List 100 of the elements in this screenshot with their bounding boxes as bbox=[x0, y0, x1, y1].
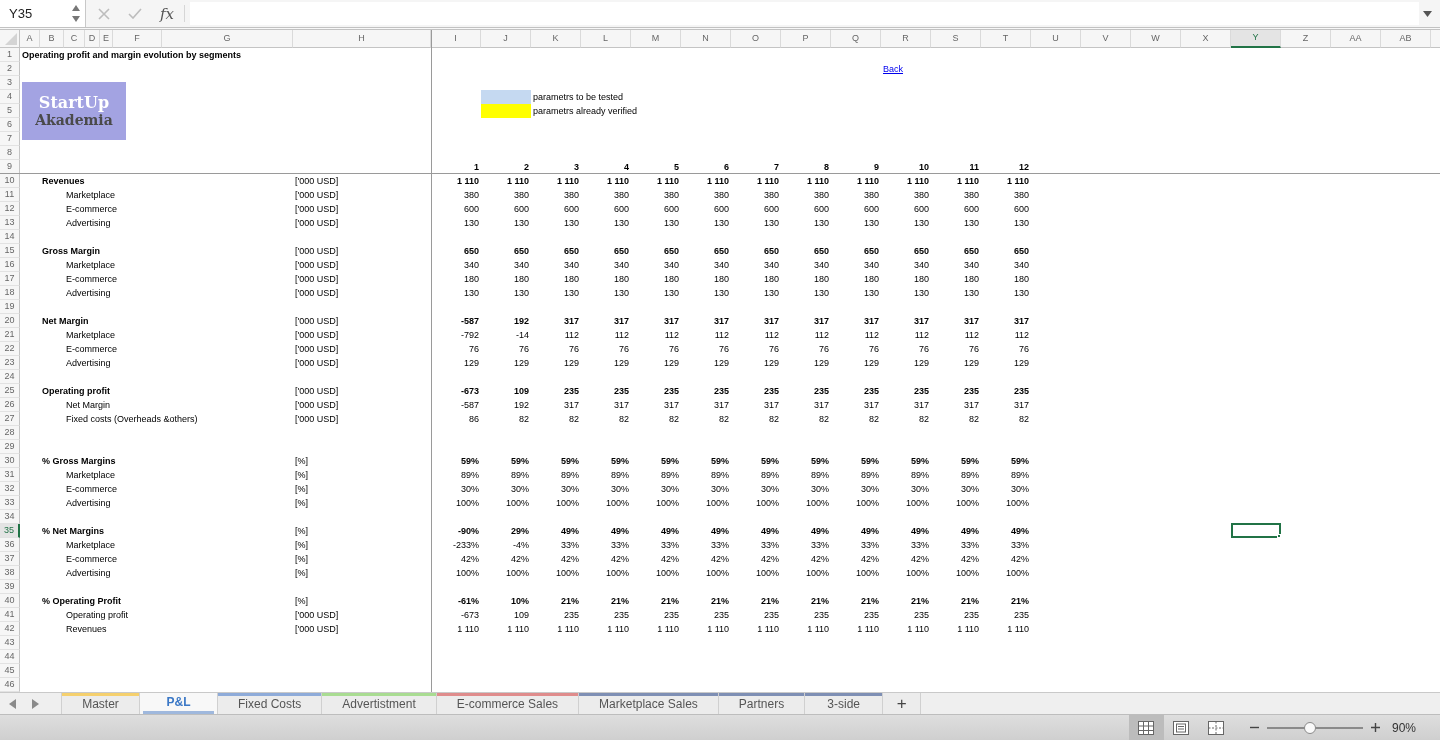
row-header[interactable]: 24 bbox=[0, 370, 20, 384]
column-header[interactable]: M bbox=[631, 30, 681, 48]
insert-function-button[interactable]: fx bbox=[159, 3, 174, 24]
row-header[interactable]: 40 bbox=[0, 594, 20, 608]
column-header[interactable]: T bbox=[981, 30, 1031, 48]
sheet-tab[interactable]: Advertistment bbox=[322, 693, 437, 714]
scroll-left-icon[interactable] bbox=[9, 698, 16, 709]
check-icon[interactable] bbox=[128, 8, 142, 19]
column-header[interactable]: I bbox=[431, 30, 481, 48]
row-header[interactable]: 26 bbox=[0, 398, 20, 412]
row-header[interactable]: 23 bbox=[0, 356, 20, 370]
column-header[interactable]: Y bbox=[1231, 30, 1281, 48]
column-header[interactable]: W bbox=[1131, 30, 1181, 48]
row-header[interactable]: 20 bbox=[0, 314, 20, 328]
scroll-right-icon[interactable] bbox=[32, 698, 39, 709]
dropdown-caret-icon[interactable] bbox=[1423, 10, 1432, 17]
sheet-tab[interactable]: P&L bbox=[140, 693, 218, 714]
row-header[interactable]: 22 bbox=[0, 342, 20, 356]
row-header[interactable]: 32 bbox=[0, 482, 20, 496]
sheet-tab[interactable]: 3-side bbox=[805, 693, 884, 714]
row-header[interactable]: 38 bbox=[0, 566, 20, 580]
row-header[interactable]: 39 bbox=[0, 580, 20, 594]
row-header[interactable]: 19 bbox=[0, 300, 20, 314]
row-header[interactable]: 9 bbox=[0, 160, 20, 174]
row-header[interactable]: 41 bbox=[0, 608, 20, 622]
row-header[interactable]: 16 bbox=[0, 258, 20, 272]
row-header[interactable]: 29 bbox=[0, 440, 20, 454]
row-header[interactable]: 46 bbox=[0, 678, 20, 692]
column-header[interactable]: N bbox=[681, 30, 731, 48]
row-header[interactable]: 30 bbox=[0, 454, 20, 468]
column-header[interactable]: G bbox=[162, 30, 293, 48]
column-header[interactable]: C bbox=[64, 30, 85, 48]
column-header[interactable]: Z bbox=[1281, 30, 1331, 48]
name-box[interactable]: Y35 bbox=[0, 0, 86, 27]
row-header[interactable]: 35 bbox=[0, 524, 20, 538]
slider-thumb[interactable] bbox=[1304, 721, 1317, 734]
row-header[interactable]: 34 bbox=[0, 510, 20, 524]
row-header[interactable]: 28 bbox=[0, 426, 20, 440]
column-header[interactable]: D bbox=[85, 30, 100, 48]
row-header[interactable]: 27 bbox=[0, 412, 20, 426]
row-header[interactable]: 37 bbox=[0, 552, 20, 566]
column-header[interactable]: P bbox=[781, 30, 831, 48]
column-header[interactable]: X bbox=[1181, 30, 1231, 48]
view-button[interactable] bbox=[1128, 715, 1164, 740]
column-header[interactable]: AB bbox=[1381, 30, 1431, 48]
page-break-view-icon[interactable] bbox=[1208, 720, 1225, 735]
column-header[interactable]: A bbox=[20, 30, 40, 48]
row-header[interactable]: 1 bbox=[0, 48, 20, 62]
sheet-tab[interactable]: Master bbox=[62, 693, 140, 714]
column-header[interactable]: H bbox=[293, 30, 431, 48]
column-header[interactable]: Q bbox=[831, 30, 881, 48]
column-header[interactable]: E bbox=[100, 30, 113, 48]
row-header[interactable]: 14 bbox=[0, 230, 20, 244]
row-header[interactable]: 12 bbox=[0, 202, 20, 216]
row-header[interactable]: 25 bbox=[0, 384, 20, 398]
column-header[interactable]: B bbox=[40, 30, 64, 48]
row-header[interactable]: 17 bbox=[0, 272, 20, 286]
row-header[interactable]: 21 bbox=[0, 328, 20, 342]
row-header[interactable]: 43 bbox=[0, 636, 20, 650]
row-header[interactable]: 31 bbox=[0, 468, 20, 482]
row-header[interactable]: 42 bbox=[0, 622, 20, 636]
row-header[interactable]: 10 bbox=[0, 174, 20, 188]
sheet-tab[interactable]: Fixed Costs bbox=[218, 693, 323, 714]
normal-view-icon[interactable] bbox=[1138, 720, 1155, 735]
sheet-tab[interactable]: Marketplace Sales bbox=[579, 693, 719, 714]
column-header[interactable]: F bbox=[113, 30, 162, 48]
row-header[interactable]: 2 bbox=[0, 62, 20, 76]
row-header[interactable]: 13 bbox=[0, 216, 20, 230]
column-header[interactable]: U bbox=[1031, 30, 1081, 48]
column-header[interactable]: O bbox=[731, 30, 781, 48]
column-header[interactable]: R bbox=[881, 30, 931, 48]
row-header[interactable]: 36 bbox=[0, 538, 20, 552]
column-header[interactable]: L bbox=[581, 30, 631, 48]
zoom-in-icon[interactable] bbox=[1370, 723, 1380, 732]
column-header[interactable]: J bbox=[481, 30, 531, 48]
row-header[interactable]: 45 bbox=[0, 664, 20, 678]
row-header[interactable]: 11 bbox=[0, 188, 20, 202]
value-cell-text: 129 bbox=[462, 357, 480, 370]
row-header[interactable]: 6 bbox=[0, 118, 20, 132]
back-link[interactable]: Back bbox=[881, 62, 905, 76]
value-cell-text: 1 110 bbox=[905, 175, 930, 188]
row-header[interactable]: 5 bbox=[0, 104, 20, 118]
column-header[interactable]: AA bbox=[1331, 30, 1381, 48]
row-header[interactable]: 4 bbox=[0, 90, 20, 104]
sheet-tab[interactable]: Partners bbox=[718, 693, 806, 714]
row-header[interactable]: 8 bbox=[0, 146, 20, 160]
sheet-tab[interactable]: E-commerce Sales bbox=[436, 693, 580, 714]
row-header[interactable]: 3 bbox=[0, 76, 20, 90]
column-header[interactable]: K bbox=[531, 30, 581, 48]
row-header[interactable]: 33 bbox=[0, 496, 20, 510]
row-header[interactable]: 44 bbox=[0, 650, 20, 664]
selected-cell[interactable] bbox=[1231, 523, 1281, 538]
column-header[interactable]: V bbox=[1081, 30, 1131, 48]
column-header[interactable]: S bbox=[931, 30, 981, 48]
page-layout-view-icon[interactable] bbox=[1173, 720, 1190, 735]
zoom-slider[interactable] bbox=[1266, 721, 1363, 734]
row-header[interactable]: 15 bbox=[0, 244, 20, 258]
row-header[interactable]: 18 bbox=[0, 286, 20, 300]
spinner-icon[interactable] bbox=[72, 5, 80, 22]
row-header[interactable]: 7 bbox=[0, 132, 20, 146]
